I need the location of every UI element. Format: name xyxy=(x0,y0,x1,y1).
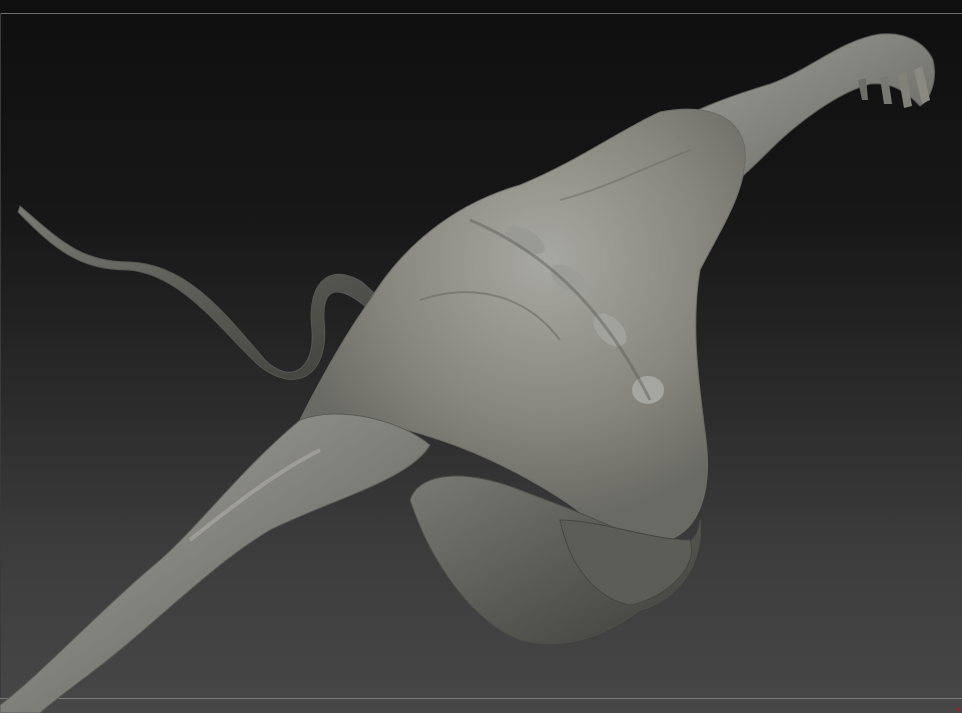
extended-arm xyxy=(0,413,431,713)
tail xyxy=(17,205,383,380)
sculpt-viewport[interactable] xyxy=(0,0,962,713)
spine-ridge xyxy=(632,376,664,404)
viewport-corner-marker xyxy=(957,708,960,711)
sculpted-model[interactable] xyxy=(0,0,962,713)
